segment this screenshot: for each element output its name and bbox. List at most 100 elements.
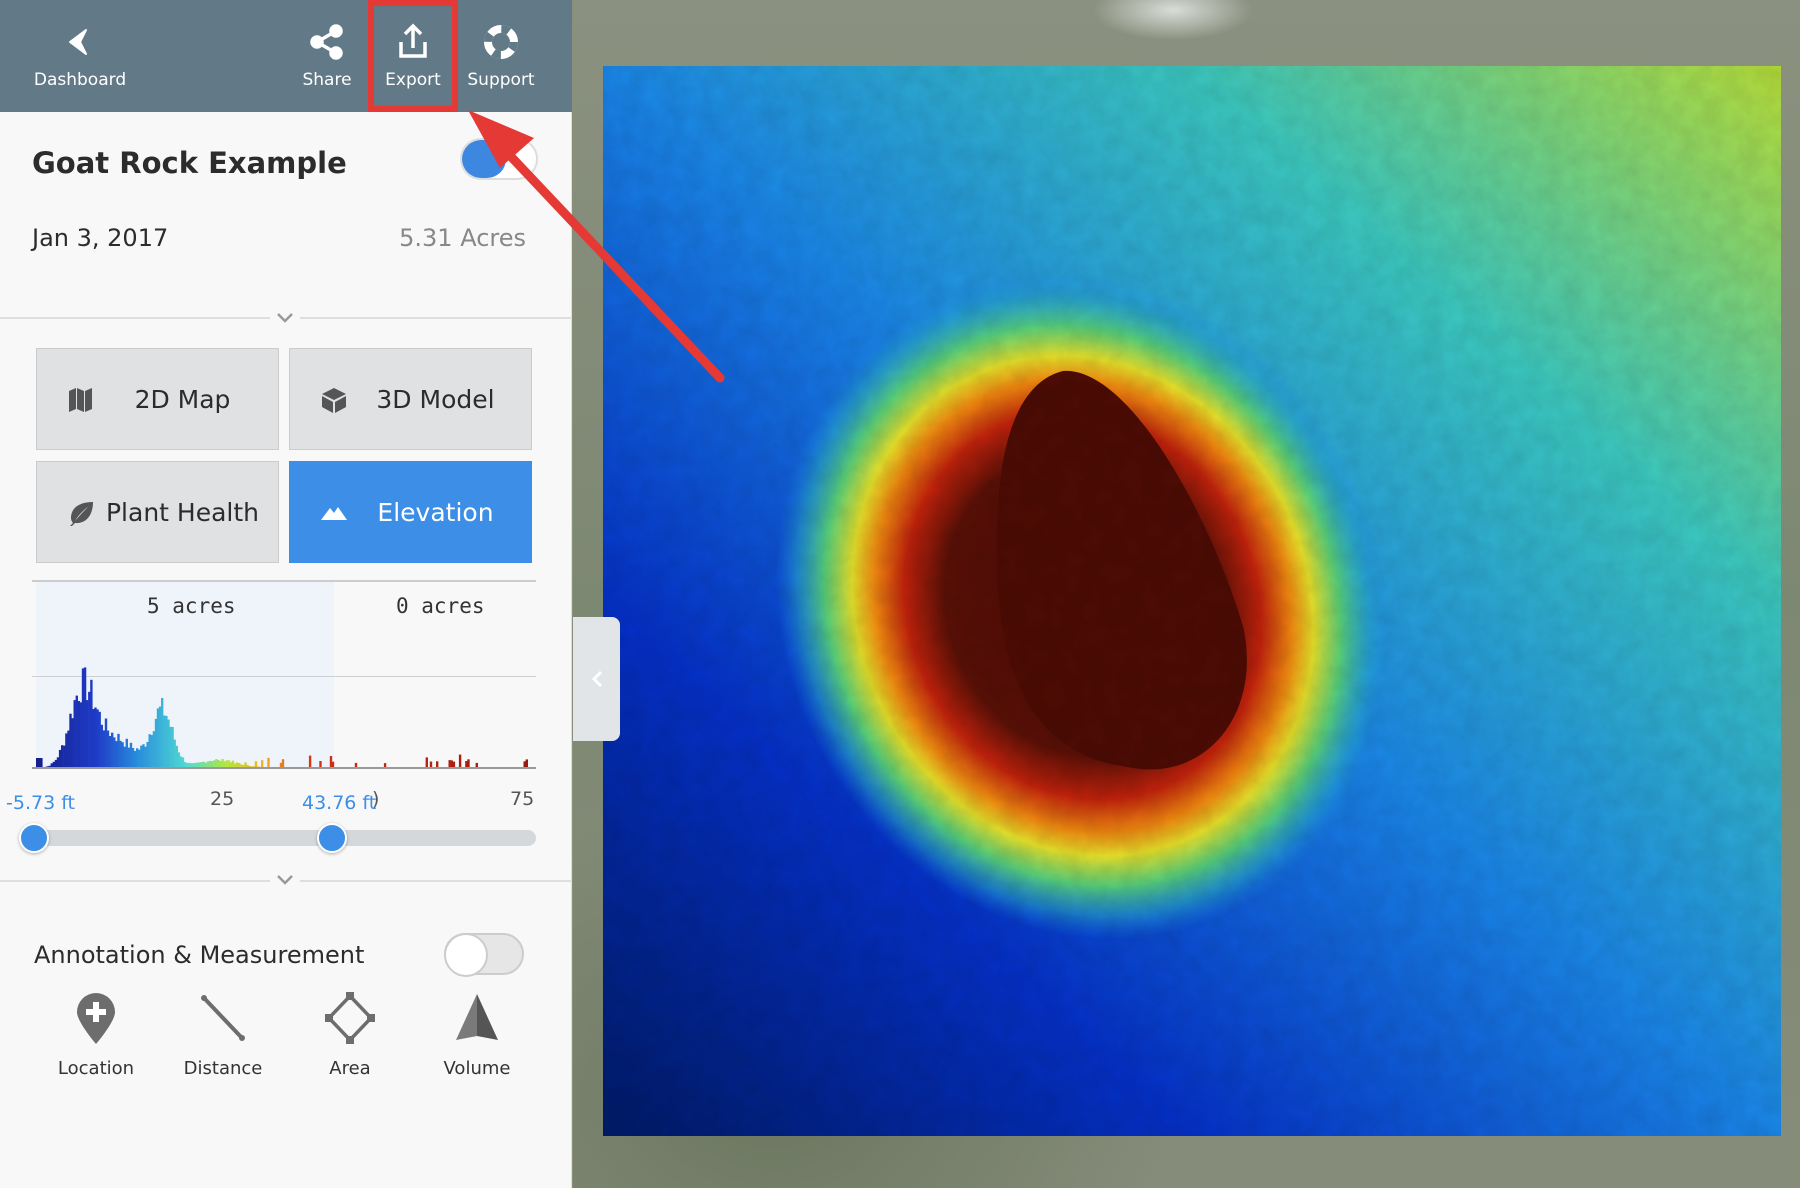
- range-max-handle[interactable]: [317, 823, 347, 853]
- histogram-bar: [65, 733, 68, 768]
- location-pin-icon: [77, 993, 115, 1044]
- chevron-left-icon: [591, 670, 602, 688]
- histogram-bar: [83, 667, 87, 768]
- histogram-bar: [127, 747, 131, 768]
- histogram-bar: [121, 742, 124, 768]
- mode-label: 3D Model: [376, 384, 495, 414]
- share-label: Share: [302, 70, 352, 90]
- annotation-toggle[interactable]: [444, 933, 524, 977]
- histogram-bars: [36, 667, 536, 768]
- ruler-line-icon: [201, 995, 245, 1041]
- tool-label: Area: [329, 1058, 371, 1079]
- histogram-bar: [98, 711, 101, 768]
- histogram-bar: [125, 738, 128, 768]
- histogram-bar: [158, 706, 162, 768]
- chevron-down-icon: [277, 313, 293, 323]
- collapse-sidebar-tab[interactable]: [573, 617, 620, 741]
- histogram-bar: [88, 691, 91, 768]
- back-arrow-icon: [69, 29, 87, 55]
- histogram-bar: [71, 718, 74, 768]
- tool-volume-button[interactable]: Volume: [422, 992, 532, 1079]
- export-button[interactable]: Export: [368, 0, 458, 112]
- share-button[interactable]: Share: [290, 0, 364, 112]
- range-min-label: -5.73 ft: [6, 792, 76, 814]
- histogram-right-acres: 0 acres: [396, 594, 485, 618]
- range-min-handle[interactable]: [19, 823, 49, 853]
- export-label: Export: [385, 70, 441, 90]
- mode-3d-model-button[interactable]: 3D Model: [289, 348, 532, 450]
- support-button[interactable]: Support: [462, 0, 540, 112]
- histogram-bar: [144, 746, 147, 768]
- elevation-range-slider[interactable]: [32, 830, 536, 846]
- histogram-bar: [90, 679, 93, 768]
- cone-icon: [456, 994, 498, 1040]
- histogram-bar: [171, 727, 174, 768]
- tool-label: Location: [57, 1058, 135, 1079]
- histogram-bar: [113, 737, 116, 768]
- histogram-bar: [175, 745, 178, 768]
- histogram-bar: [86, 700, 89, 768]
- histogram-bar: [75, 695, 78, 768]
- histogram-bar: [81, 668, 85, 768]
- project-date: Jan 3, 2017: [32, 224, 169, 252]
- histogram-bar: [100, 724, 103, 768]
- sidebar-panel: Goat Rock Example Jan 3, 2017 5.31 Acres…: [0, 112, 572, 1188]
- histogram-bar: [58, 749, 62, 768]
- histogram-bar: [152, 731, 156, 768]
- tool-area-button[interactable]: Area: [295, 992, 405, 1079]
- histogram-bar: [69, 713, 72, 768]
- mode-label: Elevation: [377, 497, 494, 527]
- collapse-details-button[interactable]: [270, 308, 300, 328]
- top-toolbar: Dashboard Share Export Support: [0, 0, 572, 112]
- histogram-bar: [161, 698, 164, 768]
- tool-distance-button[interactable]: Distance: [168, 992, 278, 1079]
- histogram-bar: [106, 730, 110, 768]
- elevation-histogram: 5 acres 0 acres: [32, 580, 536, 782]
- histogram-bar: [163, 715, 166, 768]
- histogram-bar: [111, 732, 114, 768]
- project-title: Goat Rock Example: [32, 146, 347, 180]
- lifebuoy-icon: [484, 25, 518, 59]
- histogram-bar: [165, 715, 168, 768]
- histogram-bar: [156, 708, 160, 768]
- histogram-bar: [133, 750, 137, 768]
- dashboard-label: Dashboard: [33, 70, 127, 90]
- histogram-left-acres: 5 acres: [147, 594, 236, 618]
- polygon-icon: [325, 992, 375, 1044]
- histogram-bar: [150, 735, 153, 768]
- histogram-bar: [94, 707, 97, 768]
- axis-tick-label: 75: [510, 788, 535, 810]
- histogram-bar: [173, 739, 176, 768]
- histogram-bar: [138, 749, 141, 768]
- histogram-bar: [119, 740, 122, 768]
- map-canvas[interactable]: [573, 0, 1800, 1188]
- mode-elevation-button[interactable]: Elevation: [289, 461, 532, 563]
- histogram-bar: [136, 748, 139, 768]
- tool-label: Volume: [443, 1058, 511, 1079]
- histogram-bar: [123, 746, 126, 768]
- histogram-bar: [148, 734, 151, 768]
- mode-plant-health-button[interactable]: Plant Health: [36, 461, 279, 563]
- mode-2d-map-button[interactable]: 2D Map: [36, 348, 279, 450]
- tool-label: Distance: [183, 1058, 263, 1079]
- dashboard-button[interactable]: Dashboard: [30, 0, 130, 112]
- upload-export-icon: [399, 23, 427, 58]
- axis-tick-label: ): [372, 788, 380, 810]
- histogram-bar: [77, 701, 81, 768]
- histogram-bar: [140, 745, 143, 768]
- chevron-down-icon: [277, 875, 293, 885]
- elevation-layer[interactable]: [603, 66, 1781, 1136]
- histogram-bar: [96, 709, 99, 768]
- histogram-bar: [63, 745, 66, 768]
- mode-label: Plant Health: [105, 497, 260, 527]
- project-visibility-toggle[interactable]: [460, 138, 538, 180]
- histogram-bar: [108, 736, 112, 768]
- histogram-bar: [115, 741, 118, 768]
- axis-tick-label: 25: [210, 788, 235, 810]
- histogram-bar: [61, 745, 64, 768]
- collapse-layers-button[interactable]: [270, 870, 300, 890]
- histogram-bar: [146, 742, 149, 768]
- histogram-bar: [73, 700, 76, 768]
- tool-location-button[interactable]: Location: [41, 992, 151, 1079]
- project-area: 5.31 Acres: [399, 224, 526, 252]
